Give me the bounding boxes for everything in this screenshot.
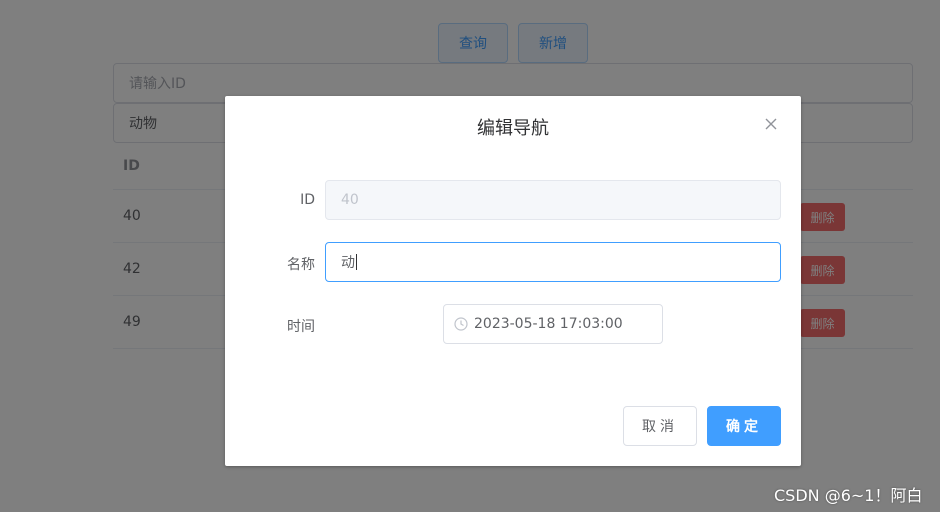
close-icon[interactable] [763,116,779,132]
dialog-title: 编辑导航 [477,118,549,139]
datetime-value: 2023-05-18 17:03:00 [474,316,623,332]
id-field: 40 [325,180,781,220]
watermark: CSDN @6~1！阿白 [774,486,923,505]
datetime-picker[interactable]: 2023-05-18 17:03:00 [443,304,663,344]
clock-icon [454,317,468,331]
confirm-button[interactable]: 确定 [707,406,781,446]
id-label: ID [300,192,315,208]
time-label: 时间 [287,319,315,335]
cancel-button[interactable]: 取消 [623,406,697,446]
name-label: 名称 [287,257,315,273]
text-caret [356,254,357,270]
name-field-value: 动 [341,255,355,271]
edit-navigation-dialog: 编辑导航 ID 40 名称 动 时间 2023-05-18 17:03:00 取… [225,96,801,466]
name-field[interactable]: 动 [325,242,781,282]
